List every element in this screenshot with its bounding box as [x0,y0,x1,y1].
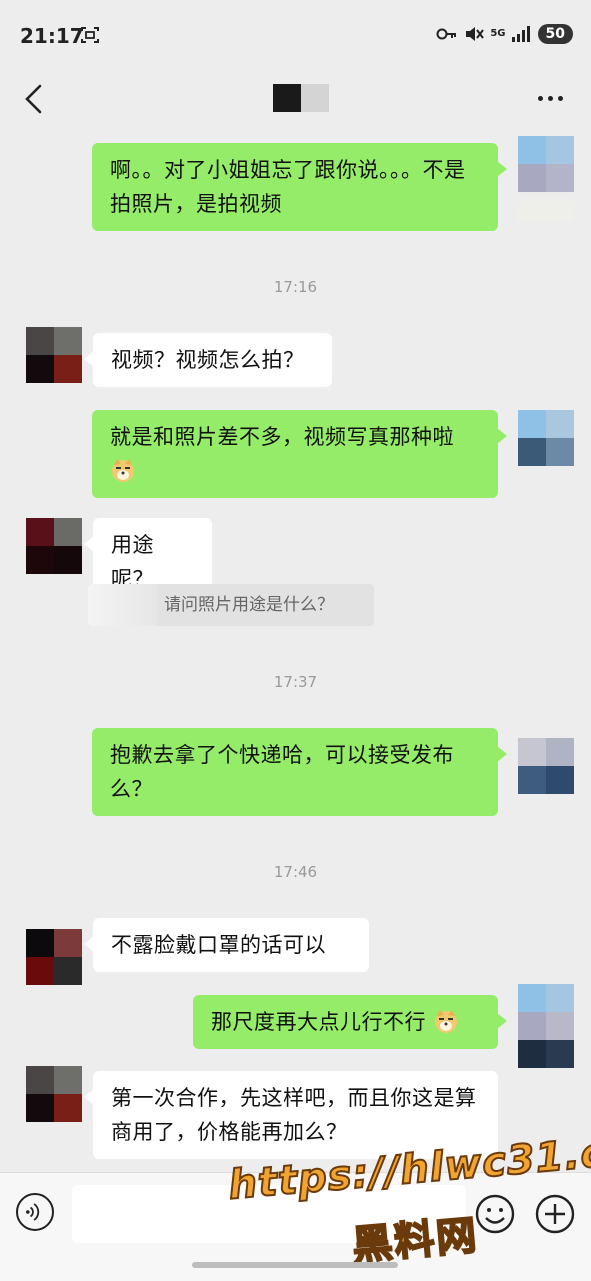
signal-icon [511,26,530,42]
message-received[interactable]: 不露脸戴口罩的话可以 [84,918,369,972]
plus-icon[interactable] [534,1193,576,1235]
message-sent[interactable]: 抱歉去拿了个快递哈，可以接受发布么？ [92,728,507,816]
contact-avatar[interactable] [26,518,82,574]
my-avatar[interactable] [518,410,574,466]
emoji-icon[interactable] [474,1193,516,1235]
status-time: 21:17 [20,24,84,48]
status-icons: 5G 50 [436,24,573,44]
quote-sender-redacted [88,584,158,626]
message-sent[interactable]: 那尺度再大点儿行不行 [193,995,507,1049]
doge-emoji [112,459,134,482]
screen-record-icon [81,27,99,43]
message-sent[interactable]: 就是和照片差不多，视频写真那种啦 [92,410,507,498]
time-separator: 17:46 [273,863,318,881]
status-bar: 21:17 5G 50 [0,0,591,70]
contact-avatar[interactable] [26,1066,82,1122]
contact-avatar[interactable] [26,327,82,383]
my-avatar-fade [518,192,574,220]
my-avatar[interactable] [518,738,574,794]
my-avatar[interactable] [518,136,574,192]
time-separator: 17:16 [273,278,318,296]
contact-name-redacted [273,84,329,112]
key-icon [436,28,457,40]
back-arrow-icon[interactable] [20,82,50,116]
my-avatar[interactable] [518,984,574,1068]
voice-icon[interactable] [16,1193,54,1231]
mute-icon [466,27,485,41]
message-sent[interactable]: 啊。。对了小姐姐忘了跟你说。。。不是拍照片，是拍视频 [92,143,507,231]
contact-avatar[interactable] [26,929,82,985]
battery-level: 50 [537,24,573,44]
quoted-message[interactable]: 请问照片用途是什么？ [88,584,374,626]
home-indicator[interactable] [192,1262,398,1268]
message-received[interactable]: 视频？视频怎么拍？ [84,333,332,387]
more-icon[interactable] [538,96,563,101]
time-separator: 17:37 [273,673,318,691]
quote-text: 请问照片用途是什么？ [164,595,334,615]
doge-emoji [435,1010,458,1033]
chat-header [0,70,591,132]
network-type: 5G [490,28,506,39]
